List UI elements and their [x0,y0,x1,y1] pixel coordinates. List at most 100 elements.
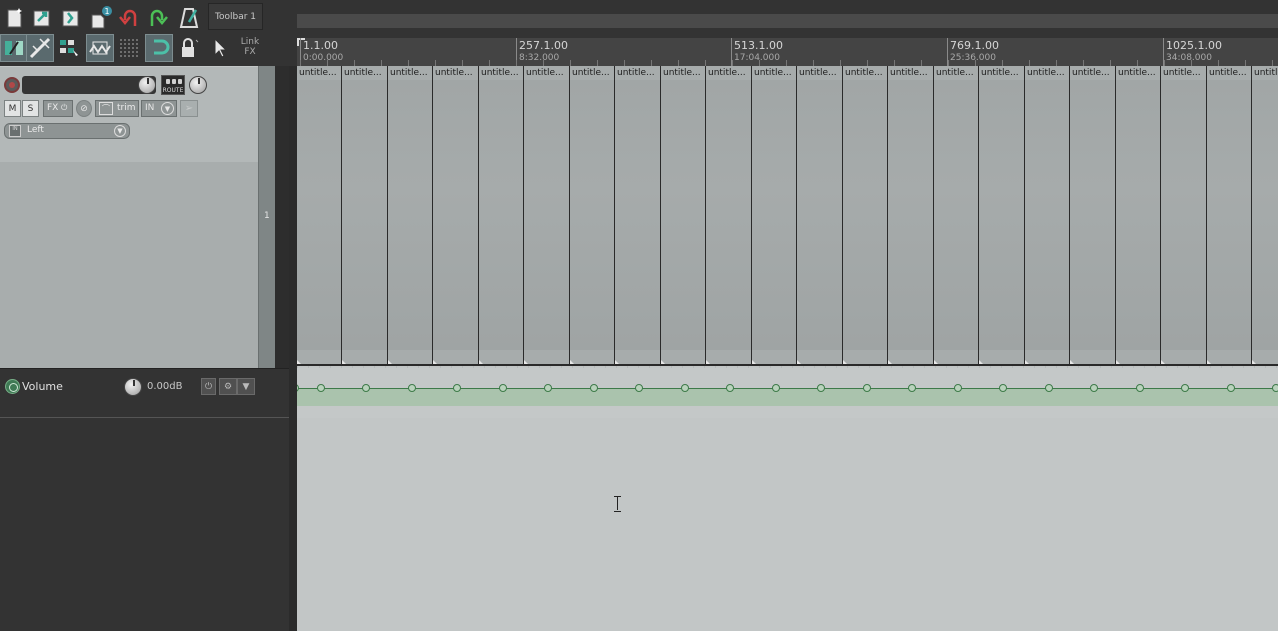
timeline-ruler[interactable]: 1.1.00 0:00.000 257.1.00 8:32.000 513.1.00 17… [297,38,1278,66]
phase-icon[interactable]: ⊘ [76,100,92,117]
envelope-point[interactable] [726,384,734,392]
media-item[interactable]: untitle... [1207,66,1252,366]
volume-envelope-lane[interactable] [297,368,1278,418]
envelope-point[interactable] [635,384,643,392]
media-item[interactable]: untitle... [615,66,661,366]
arrange-view[interactable]: untitle... untitle... untitle... untitle...… [297,66,1278,631]
media-item[interactable]: untitle... [570,66,615,366]
lock-icon[interactable] [175,34,203,62]
main-toolbar: 1 Toolbar 1 Link FX [0,0,266,66]
media-item[interactable]: untitle... [934,66,979,366]
media-item[interactable]: untitle... [479,66,524,366]
envelope-power-icon[interactable] [5,379,20,394]
new-project-icon[interactable] [1,4,29,32]
envelope-point[interactable] [1090,384,1098,392]
grid-icon[interactable] [115,34,143,62]
fx-power-icon: ⏻ [61,103,68,112]
envelope-point[interactable] [772,384,780,392]
project-settings-icon[interactable]: 1 [86,4,114,32]
metronome-icon[interactable] [175,4,203,32]
ruler-bar-label: 257.1.00 [519,39,568,52]
envelope-lane-header[interactable]: Volume 0.00dB ⏻ ⚙ ▼ [0,368,289,418]
envelope-point[interactable] [908,384,916,392]
mouse-cursor [614,496,621,512]
solo-button[interactable]: S [22,100,39,117]
snap-icon[interactable] [86,34,114,62]
link-fx-button[interactable]: Link FX [235,33,265,63]
media-item[interactable]: untitle... [1161,66,1207,366]
empty-arrange-area[interactable] [297,418,1278,631]
envelope-point[interactable] [544,384,552,392]
undo-icon[interactable] [115,4,143,32]
envelope-point[interactable] [453,384,461,392]
envelope-point[interactable] [954,384,962,392]
cursor-icon[interactable] [206,34,234,62]
envelope-point[interactable] [590,384,598,392]
item-body [888,80,933,350]
fx-button[interactable]: FX ⏻ [43,100,73,117]
toolbar-label[interactable]: Toolbar 1 [208,3,263,30]
envelope-button[interactable]: ⌒ trim [95,100,139,117]
media-item[interactable]: untitle... [524,66,570,366]
envelope-value-knob[interactable] [124,378,142,396]
ripple-edit-icon[interactable] [26,34,54,62]
media-item[interactable]: untitle... [1116,66,1161,366]
empty-tcp-area[interactable] [0,418,289,631]
media-item[interactable]: untitle... [797,66,843,366]
media-item[interactable]: untitle... [706,66,752,366]
gear-icon[interactable]: ⚙ [219,378,237,395]
envelope-point[interactable] [817,384,825,392]
media-item[interactable]: untitle... [1252,66,1278,366]
media-item[interactable]: untitle... [342,66,388,366]
media-item[interactable]: untitle... [388,66,433,366]
volume-knob[interactable] [138,76,156,94]
envelope-point[interactable] [863,384,871,392]
media-item[interactable]: untitle... [1025,66,1070,366]
grouping-icon[interactable] [55,34,83,62]
track-number-strip[interactable]: 1 [258,66,275,368]
envelope-point[interactable] [499,384,507,392]
item-body [1116,80,1160,350]
envelope-point[interactable] [681,384,689,392]
envelope-point[interactable] [1045,384,1053,392]
panel-divider[interactable] [289,66,297,631]
envelope-point[interactable] [362,384,370,392]
media-item[interactable]: untitle... [752,66,797,366]
io-arrow-icon[interactable]: ➢ [180,100,198,117]
ruler-bar-label: 513.1.00 [734,39,783,52]
media-item[interactable]: untitle... [843,66,888,366]
loop-icon[interactable] [145,34,173,62]
envelope-point[interactable] [999,384,1007,392]
record-arm-button[interactable] [4,77,20,93]
media-item[interactable]: untitle... [433,66,479,366]
envelope-point[interactable] [1227,384,1235,392]
envelope-point[interactable] [317,384,325,392]
envelope-point[interactable] [1272,384,1278,392]
item-label: untitle... [299,68,337,78]
pan-knob[interactable] [189,76,207,94]
media-item[interactable]: untitle... [1070,66,1116,366]
mute-button[interactable]: M [4,100,21,117]
media-item[interactable]: untitle... [888,66,934,366]
envelope-bypass-icon[interactable]: ⏻ [201,378,216,395]
chevron-down-icon[interactable]: ▼ [237,378,255,395]
media-item[interactable]: untitle... [979,66,1025,366]
item-body [615,80,660,350]
open-project-icon[interactable] [28,4,56,32]
timeline-scrollbar[interactable] [297,14,1278,28]
envelope-point[interactable] [1136,384,1144,392]
envelope-point[interactable] [1181,384,1189,392]
save-project-icon[interactable] [57,4,85,32]
route-button[interactable]: ROUTE [161,75,185,95]
auto-crossfade-icon[interactable] [0,34,28,62]
track-name-field[interactable] [22,76,156,94]
track-control-panel[interactable]: ROUTE M S FX ⏻ ⊘ ⌒ trim IN ▼ ➢ IN Left ▼ [0,66,258,368]
media-item[interactable]: untitle... [661,66,706,366]
trim-label: trim [117,103,136,113]
item-body [797,80,842,350]
media-item[interactable]: untitle... [297,66,342,366]
input-select[interactable]: IN Left ▼ [4,123,130,139]
redo-icon[interactable] [144,4,172,32]
envelope-point[interactable] [408,384,416,392]
input-monitor-button[interactable]: IN ▼ [141,100,177,117]
